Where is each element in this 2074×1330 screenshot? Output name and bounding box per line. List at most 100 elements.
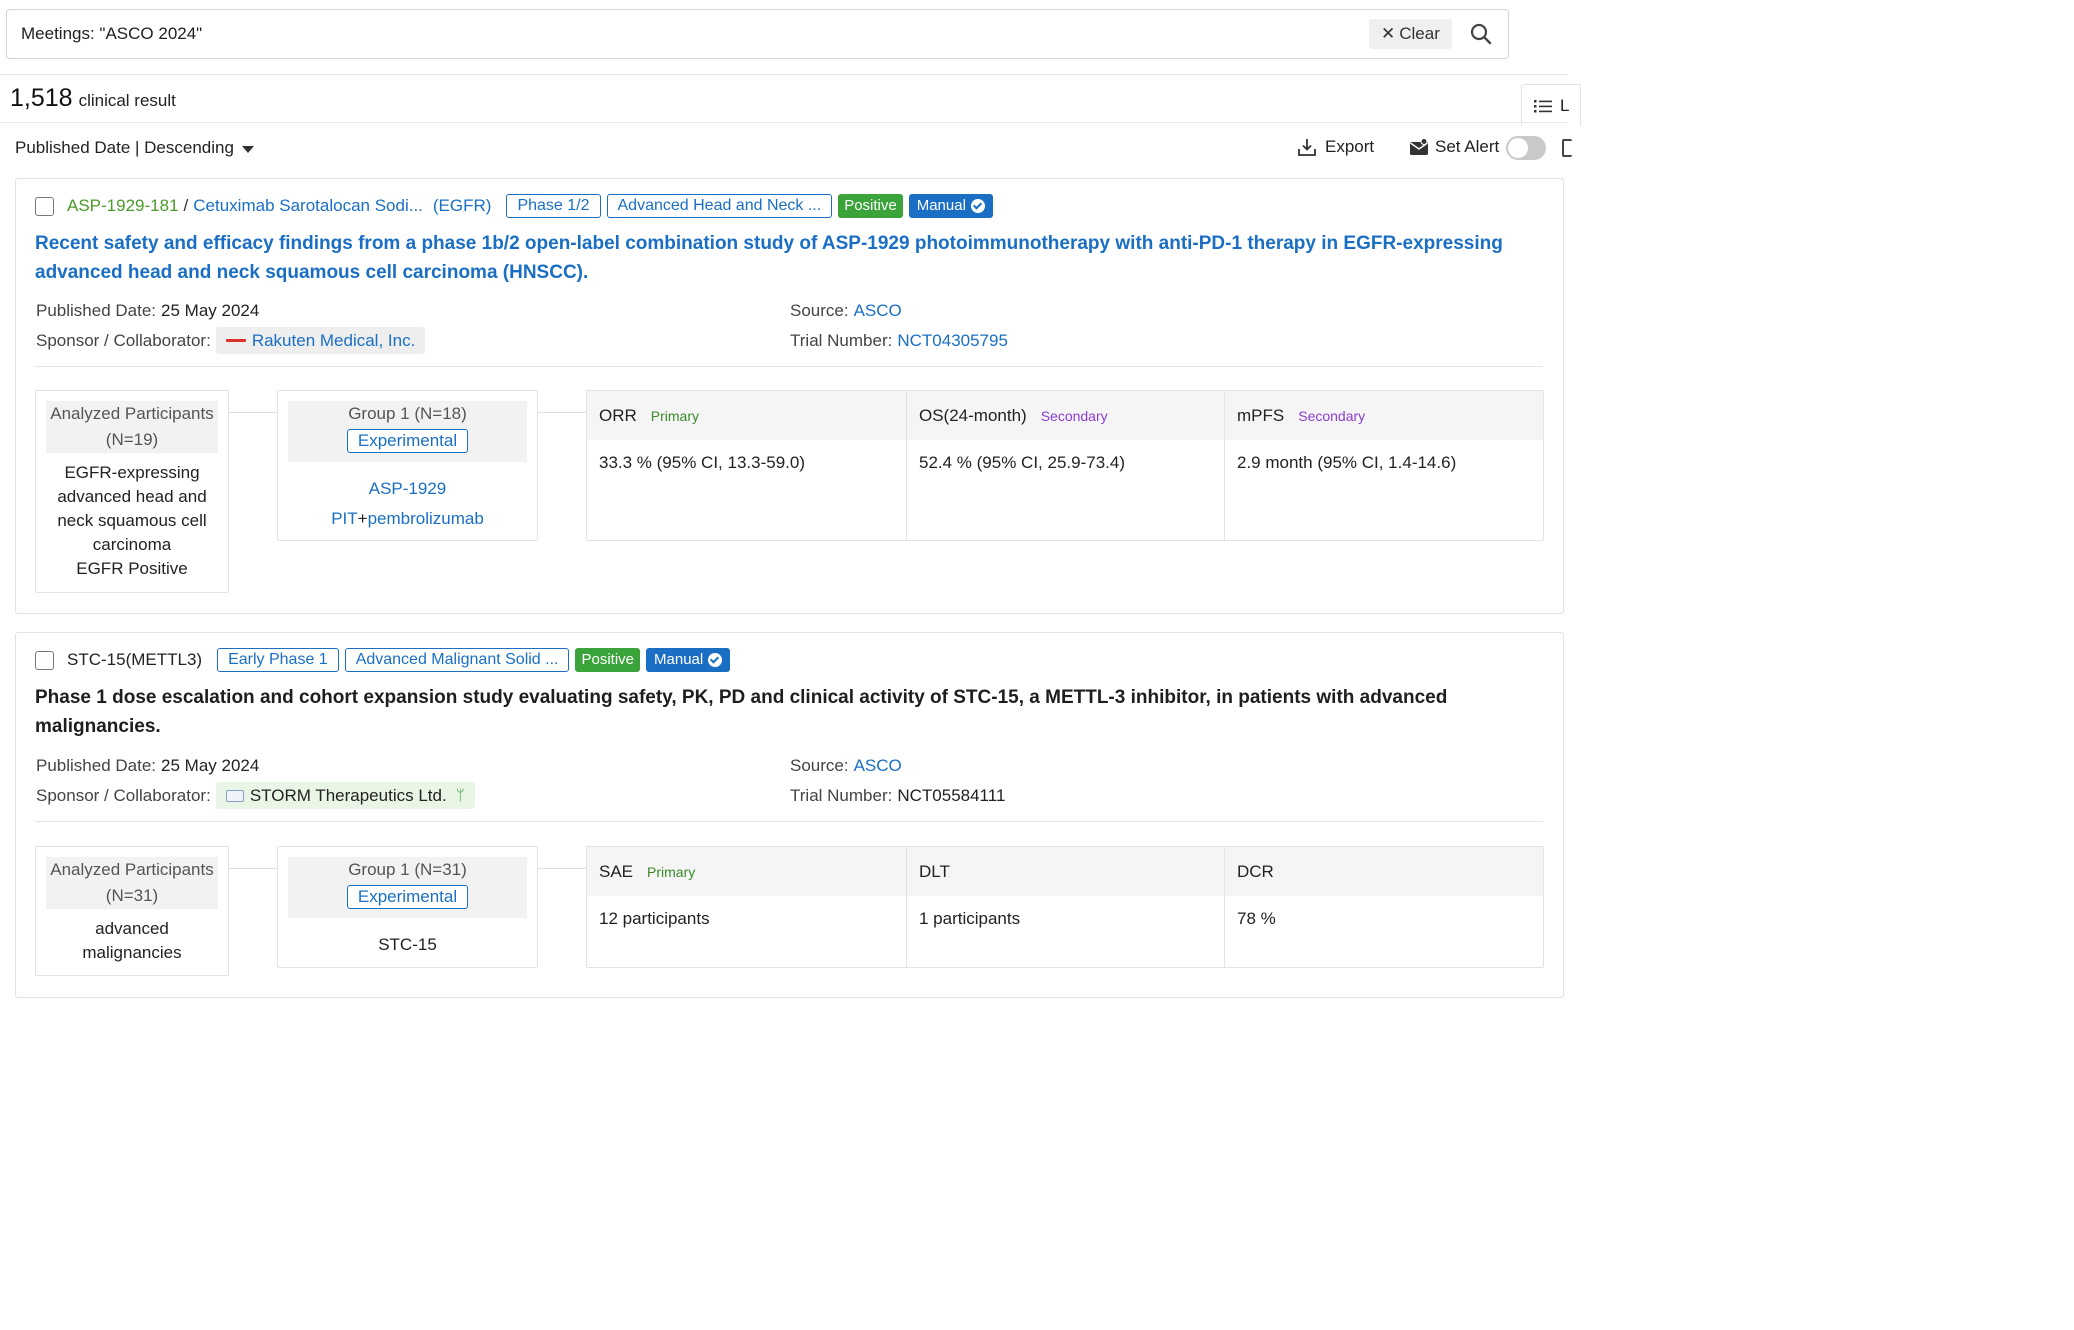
manual-label: Manual xyxy=(917,194,966,218)
list-icon xyxy=(1534,98,1552,114)
card-header: STC-15(METTL3) Early Phase 1 Advanced Ma… xyxy=(35,647,730,673)
participants-line: malignancies xyxy=(42,941,222,965)
group-header: Group 1 (N=18) Experimental xyxy=(288,401,527,462)
intervention-link[interactable]: pembrolizumab xyxy=(368,509,484,528)
source: Source: ASCO xyxy=(790,756,902,776)
sponsor-chip[interactable]: STORM Therapeutics Ltd. ᛘ xyxy=(216,782,475,809)
participants-line: neck squamous cell xyxy=(42,509,222,533)
mail-alert-icon xyxy=(1409,138,1429,156)
separator: / xyxy=(184,196,189,216)
outcome-column: DCR 78 % xyxy=(1225,847,1543,967)
phase-tag[interactable]: Early Phase 1 xyxy=(217,648,339,672)
connector-line xyxy=(538,868,586,869)
sponsor-collaborator: Sponsor / Collaborator: Rakuten Medical,… xyxy=(36,327,425,354)
search-query[interactable]: Meetings: "ASCO 2024" xyxy=(21,24,202,44)
group-interventions: ASP-1929 PIT+pembrolizumab xyxy=(278,474,537,534)
alert-toggle[interactable] xyxy=(1506,136,1546,160)
outcome-name: mPFS xyxy=(1237,406,1284,426)
source-label: Source: xyxy=(790,301,849,321)
outcome-type: Secondary xyxy=(1298,408,1365,424)
check-circle-icon xyxy=(708,653,722,667)
trial-number-label: Trial Number: xyxy=(790,786,892,806)
sort-label: Published Date | Descending xyxy=(15,138,234,158)
group-name: Group 1 (N=18) xyxy=(288,402,527,426)
sponsor-chip[interactable]: Rakuten Medical, Inc. xyxy=(216,327,425,354)
indication-tag[interactable]: Advanced Malignant Solid ... xyxy=(345,648,570,672)
participants-description: EGFR-expressing advanced head and neck s… xyxy=(36,453,228,589)
published-date-value: 25 May 2024 xyxy=(161,756,259,776)
participants-line: advanced xyxy=(42,917,222,941)
published-date-value: 25 May 2024 xyxy=(161,301,259,321)
result-card: STC-15(METTL3) Early Phase 1 Advanced Ma… xyxy=(15,632,1564,998)
outcome-value: 78 % xyxy=(1225,896,1543,942)
outcome-name: SAE xyxy=(599,862,633,882)
set-alert-label: Set Alert xyxy=(1435,137,1499,157)
intervention-name: STC-15 xyxy=(278,930,537,960)
participants-header: Analyzed Participants (N=31) xyxy=(46,857,218,909)
outcome-name: ORR xyxy=(599,406,637,426)
divider xyxy=(0,122,1568,123)
participants-header: Analyzed Participants (N=19) xyxy=(46,401,218,453)
export-label: Export xyxy=(1325,137,1374,157)
column-settings-icon[interactable] xyxy=(1562,139,1572,157)
select-checkbox[interactable] xyxy=(35,651,54,670)
published-date: Published Date: 25 May 2024 xyxy=(36,756,259,776)
manual-label: Manual xyxy=(654,648,703,672)
sponsor-collaborator: Sponsor / Collaborator: STORM Therapeuti… xyxy=(36,782,475,809)
outcome-name: OS(24-month) xyxy=(919,406,1027,426)
drug-code-link[interactable]: ASP-1929-181 xyxy=(67,196,179,216)
source-link[interactable]: ASCO xyxy=(854,301,902,321)
connector-line xyxy=(229,868,277,869)
target-link[interactable]: (EGFR) xyxy=(433,196,492,216)
sprout-icon: ᛘ xyxy=(456,787,465,804)
result-badge: Positive xyxy=(575,648,640,672)
source-label: Source: xyxy=(790,756,849,776)
trial-number: Trial Number: NCT05584111 xyxy=(790,786,1005,806)
search-bar[interactable]: Meetings: "ASCO 2024" ✕ Clear xyxy=(6,9,1509,59)
sponsor-label: Sponsor / Collaborator: xyxy=(36,331,211,351)
indication-tag[interactable]: Advanced Head and Neck ... xyxy=(607,194,833,218)
outcome-value: 33.3 % (95% CI, 13.3-59.0) xyxy=(587,440,906,486)
intervention-link[interactable]: PIT xyxy=(331,509,357,528)
select-checkbox[interactable] xyxy=(35,197,54,216)
outcome-column: OS(24-month)Secondary 52.4 % (95% CI, 25… xyxy=(907,391,1225,540)
manual-badge: Manual xyxy=(909,194,993,218)
trial-number-label: Trial Number: xyxy=(790,331,892,351)
drug-name-link[interactable]: Cetuximab Sarotalocan Sodi... xyxy=(193,196,423,216)
abstract-title[interactable]: Phase 1 dose escalation and cohort expan… xyxy=(35,683,1535,741)
published-date: Published Date: 25 May 2024 xyxy=(36,301,259,321)
search-icon[interactable] xyxy=(1469,22,1493,46)
source-link[interactable]: ASCO xyxy=(854,756,902,776)
outcome-column: DLT 1 participants xyxy=(907,847,1225,967)
group-interventions: STC-15 xyxy=(278,930,537,960)
connector-line xyxy=(538,412,586,413)
sponsor-name: Rakuten Medical, Inc. xyxy=(252,331,415,351)
group-type-tag: Experimental xyxy=(347,885,468,909)
phase-tag[interactable]: Phase 1/2 xyxy=(506,194,600,218)
outcome-column: SAEPrimary 12 participants xyxy=(587,847,907,967)
participants-box: Analyzed Participants (N=31) advanced ma… xyxy=(35,846,229,976)
list-view-toggle[interactable]: L xyxy=(1521,84,1581,126)
check-circle-icon xyxy=(971,199,985,213)
caret-down-icon xyxy=(242,146,254,153)
divider xyxy=(0,74,1568,75)
set-alert-button[interactable]: Set Alert xyxy=(1409,137,1499,157)
export-button[interactable]: Export xyxy=(1297,137,1374,157)
result-card: ASP-1929-181 / Cetuximab Sarotalocan Sod… xyxy=(15,178,1564,614)
intervention-combo: PIT+pembrolizumab xyxy=(278,504,537,534)
intervention-link[interactable]: ASP-1929 xyxy=(278,474,537,504)
outcome-value: 12 participants xyxy=(587,896,906,942)
result-count: 1,518 clinical result xyxy=(10,84,176,113)
close-icon: ✕ xyxy=(1381,19,1395,49)
abstract-title-link[interactable]: Recent safety and efficacy findings from… xyxy=(35,229,1535,287)
clear-search-button[interactable]: ✕ Clear xyxy=(1369,19,1452,49)
trial-number-link[interactable]: NCT04305795 xyxy=(897,331,1008,351)
view-toggle-label: L xyxy=(1560,96,1569,116)
sort-select[interactable]: Published Date | Descending xyxy=(15,138,254,158)
group-header: Group 1 (N=31) Experimental xyxy=(288,857,527,918)
outcome-type: Secondary xyxy=(1041,408,1108,424)
group-name: Group 1 (N=31) xyxy=(288,858,527,882)
result-count-number: 1,518 xyxy=(10,84,73,113)
clear-label: Clear xyxy=(1399,19,1440,49)
sponsor-logo xyxy=(226,790,244,802)
